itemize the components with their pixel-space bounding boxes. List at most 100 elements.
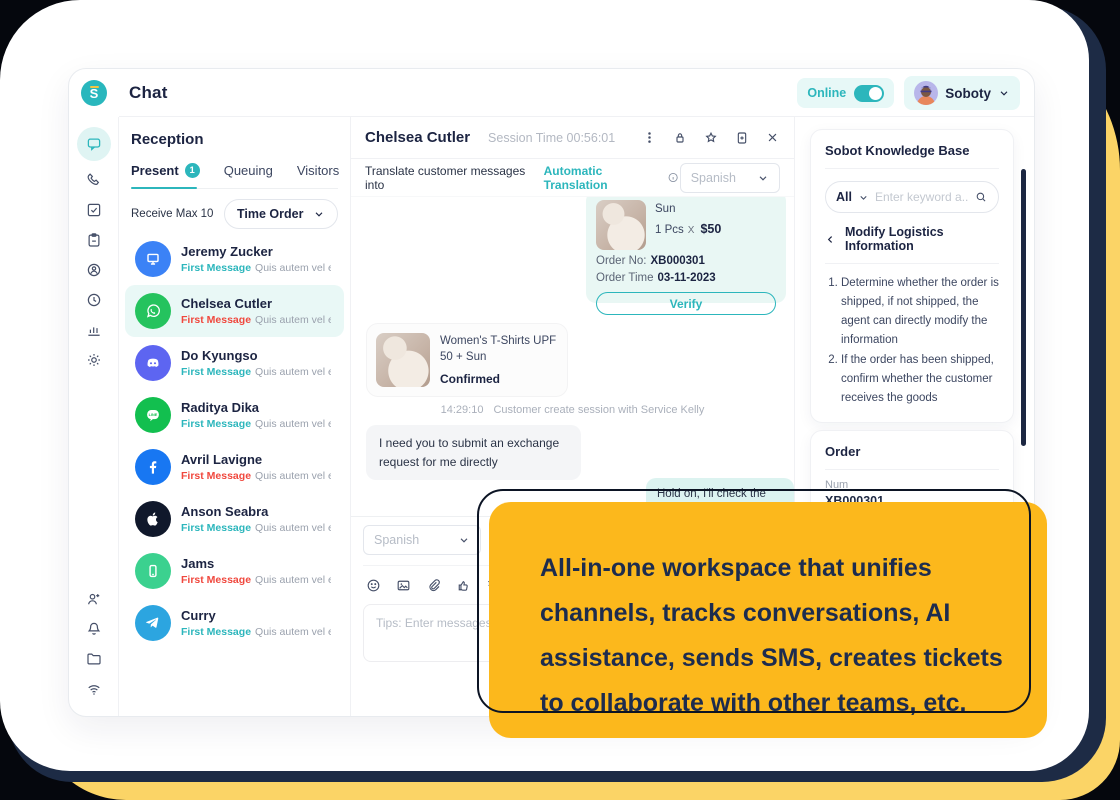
- page-title: Chat: [129, 83, 168, 103]
- chevron-down-icon: [757, 172, 769, 184]
- article-row[interactable]: Modify Logistics Information: [825, 217, 999, 264]
- folder-icon[interactable]: [85, 650, 103, 668]
- clipboard-icon[interactable]: [85, 231, 103, 249]
- chevron-down-icon: [313, 208, 325, 220]
- avatar: [914, 81, 938, 105]
- list-item-jams[interactable]: Jams First MessageQuis autem vel eum iu.…: [119, 545, 350, 597]
- chat-customer-name: Chelsea Cutler: [365, 129, 470, 146]
- info-icon[interactable]: [667, 171, 679, 184]
- online-toggle[interactable]: [854, 85, 884, 102]
- star-icon[interactable]: [703, 130, 719, 146]
- panel-scrollbar[interactable]: [1021, 169, 1026, 446]
- image-icon[interactable]: [395, 577, 412, 594]
- emoji-icon[interactable]: [365, 577, 382, 594]
- list-item-do-kyungso[interactable]: Do Kyungso First MessageQuis autem vel e…: [119, 337, 350, 389]
- order-message-card: Sun 1 PcsX$50 Order No:XB000301 Order Ti…: [586, 197, 786, 303]
- article-title: Modify Logistics Information: [845, 225, 999, 253]
- network-wifi-icon[interactable]: [85, 680, 103, 698]
- kebab-menu-icon[interactable]: [642, 130, 657, 145]
- product-status: Confirmed: [440, 372, 558, 386]
- present-count-badge: 1: [185, 163, 200, 178]
- analytics-icon[interactable]: [85, 321, 103, 339]
- like-icon[interactable]: [455, 577, 472, 594]
- system-message: 14:29:10Customer create session with Ser…: [351, 404, 794, 416]
- web-chat-icon: [143, 249, 163, 269]
- receive-max-label: Receive Max 10: [131, 208, 213, 220]
- product-image: [376, 333, 430, 387]
- mobile-icon: [143, 561, 163, 581]
- product-name: Sun: [655, 203, 721, 215]
- close-icon[interactable]: [765, 130, 780, 145]
- notifications-bell-icon[interactable]: [85, 620, 103, 638]
- tab-present-label: Present: [131, 163, 179, 178]
- product-message-card: Women's T-Shirts UPF 50 + Sun Confirmed: [366, 323, 568, 397]
- knowledge-search[interactable]: All: [825, 181, 999, 213]
- reception-tabs: Present 1 Queuing Visitors: [131, 163, 338, 189]
- svg-text:LINE: LINE: [149, 413, 158, 417]
- list-item-chelsea-cutler[interactable]: Chelsea Cutler First MessageQuis autem v…: [125, 285, 344, 337]
- tab-visitors[interactable]: Visitors: [297, 163, 339, 178]
- conversation-list: Jeremy Zucker First MessageQuis autem ve…: [119, 233, 350, 649]
- translate-language-select[interactable]: Spanish: [680, 163, 780, 193]
- verify-button[interactable]: Verify: [596, 292, 776, 315]
- whatsapp-icon: [143, 301, 163, 321]
- composer-language-select[interactable]: Spanish: [363, 525, 481, 555]
- article-steps: Determine whether the order is shipped, …: [825, 274, 999, 409]
- attachment-icon[interactable]: [425, 577, 442, 594]
- search-filter[interactable]: All: [836, 190, 852, 204]
- order-card-title: Order: [825, 431, 999, 470]
- history-clock-icon[interactable]: [85, 291, 103, 309]
- chevron-left-icon: [825, 234, 836, 245]
- online-status: Online: [797, 78, 894, 108]
- message-history[interactable]: Sun 1 PcsX$50 Order No:XB000301 Order Ti…: [351, 197, 794, 516]
- discord-icon: [143, 353, 163, 373]
- order-number: XB000301: [651, 255, 705, 267]
- user-name: Soboty: [945, 86, 991, 101]
- list-item-anson-seabra[interactable]: Anson Seabra First MessageQuis autem vel…: [119, 493, 350, 545]
- line-icon: LINE: [143, 405, 163, 425]
- step-item: If the order has been shipped, confirm w…: [841, 351, 999, 408]
- step-item: Determine whether the order is shipped, …: [841, 274, 999, 350]
- user-menu[interactable]: Soboty: [904, 76, 1020, 110]
- sort-order-select[interactable]: Time Order: [224, 199, 338, 229]
- task-check-icon[interactable]: [85, 201, 103, 219]
- chevron-down-icon: [458, 534, 470, 546]
- knowledge-base-title: Sobot Knowledge Base: [825, 130, 999, 169]
- list-item-raditya-dika[interactable]: LINE Raditya Dika First MessageQuis aute…: [119, 389, 350, 441]
- translate-bar: Translate customer messages into Automat…: [351, 159, 794, 197]
- facebook-icon: [143, 457, 163, 477]
- nav-chat[interactable]: [77, 127, 111, 161]
- reception-title: Reception: [131, 131, 338, 148]
- online-label: Online: [807, 86, 846, 100]
- add-file-icon[interactable]: [734, 130, 750, 146]
- lock-icon[interactable]: [672, 130, 688, 146]
- logo-letter: S: [90, 86, 99, 101]
- active-tab-underline: [131, 187, 197, 189]
- apple-icon: [143, 509, 163, 529]
- callout-text: All-in-one workspace that unifies channe…: [540, 546, 1022, 726]
- tab-queuing[interactable]: Queuing: [224, 163, 273, 178]
- chevron-down-icon: [858, 192, 869, 203]
- list-item-curry[interactable]: Curry First MessageQuis autem vel eum iu…: [119, 597, 350, 649]
- chat-icon: [85, 135, 103, 153]
- list-item-avril-lavigne[interactable]: Avril Lavigne First MessageQuis autem ve…: [119, 441, 350, 493]
- search-icon[interactable]: [974, 190, 988, 204]
- phone-icon[interactable]: [85, 171, 103, 189]
- telegram-icon: [143, 613, 163, 633]
- translate-mode[interactable]: Automatic Translation: [544, 164, 663, 192]
- product-image: [596, 200, 646, 250]
- nav-rail: [69, 117, 119, 717]
- search-input[interactable]: [875, 190, 968, 204]
- chevron-down-icon: [998, 87, 1010, 99]
- sobot-logo-icon: S: [81, 80, 107, 106]
- reception-panel: Reception Present 1 Queuing Visitors Rec…: [119, 117, 351, 717]
- tab-present[interactable]: Present 1: [131, 163, 200, 178]
- product-title: Women's T-Shirts UPF 50 + Sun: [440, 333, 558, 365]
- knowledge-base-card: Sobot Knowledge Base All Modify Logistic…: [810, 129, 1014, 423]
- settings-gear-icon[interactable]: [85, 351, 103, 369]
- translate-label: Translate customer messages into: [365, 164, 538, 192]
- agent-icon[interactable]: [85, 261, 103, 279]
- order-date: 03-11-2023: [658, 272, 716, 284]
- list-item-jeremy-zucker[interactable]: Jeremy Zucker First MessageQuis autem ve…: [119, 233, 350, 285]
- invite-user-icon[interactable]: [85, 590, 103, 608]
